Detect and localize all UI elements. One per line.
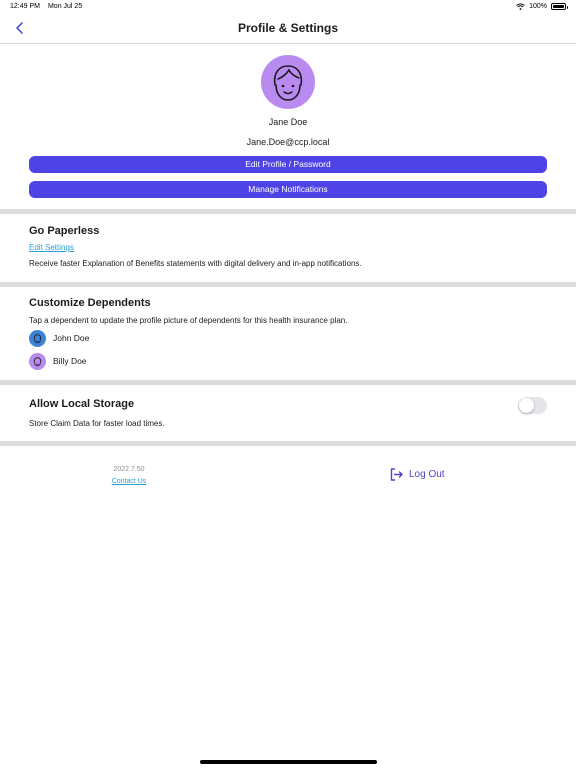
wifi-icon bbox=[516, 3, 525, 10]
dependent-item-billy[interactable]: Billy Doe bbox=[29, 352, 87, 370]
avatar[interactable] bbox=[261, 55, 315, 109]
battery-percent: 100% bbox=[529, 3, 547, 10]
profile-name: Jane Doe bbox=[268, 117, 308, 127]
local-storage-toggle[interactable] bbox=[518, 397, 547, 414]
user-face-icon bbox=[33, 356, 42, 366]
contact-us-link[interactable]: Contact Us bbox=[100, 478, 158, 485]
logout-button[interactable]: Log Out bbox=[389, 467, 445, 482]
app-version: 2022.7.50 bbox=[113, 466, 145, 473]
logout-label: Log Out bbox=[409, 469, 445, 480]
dependents-description: Tap a dependent to update the profile pi… bbox=[29, 316, 348, 325]
home-indicator[interactable] bbox=[200, 760, 377, 764]
logout-icon bbox=[390, 468, 403, 481]
profile-email: Jane.Doe@ccp.local bbox=[246, 137, 330, 147]
status-bar: 12:49 PM Mon Jul 25 100% bbox=[0, 0, 576, 14]
dependents-title: Customize Dependents bbox=[29, 297, 151, 309]
paperless-title: Go Paperless bbox=[29, 225, 100, 237]
nav-bar: Profile & Settings bbox=[0, 14, 576, 44]
edit-profile-button[interactable]: Edit Profile / Password bbox=[29, 156, 547, 173]
battery-icon bbox=[551, 3, 568, 10]
storage-description: Store Claim Data for faster load times. bbox=[29, 419, 165, 428]
avatar bbox=[29, 329, 46, 347]
toggle-knob bbox=[519, 398, 534, 413]
user-face-icon bbox=[273, 65, 303, 101]
divider bbox=[0, 441, 576, 446]
status-date: Mon Jul 25 bbox=[47, 3, 83, 10]
profile-section: Jane Doe Jane.Doe@ccp.local Edit Profile… bbox=[0, 44, 576, 210]
dependent-name: John Doe bbox=[53, 333, 90, 343]
paperless-section: Go Paperless Edit Settings Receive faste… bbox=[0, 214, 576, 282]
storage-title: Allow Local Storage bbox=[29, 398, 135, 410]
storage-section: Allow Local Storage Store Claim Data for… bbox=[0, 385, 576, 441]
dependent-name: Billy Doe bbox=[53, 356, 87, 366]
manage-notifications-button[interactable]: Manage Notifications bbox=[29, 181, 547, 198]
edit-settings-link[interactable]: Edit Settings bbox=[29, 243, 74, 252]
avatar bbox=[29, 352, 46, 370]
user-face-icon bbox=[33, 333, 42, 343]
status-time: 12:49 PM bbox=[10, 3, 40, 10]
dependents-section: Customize Dependents Tap a dependent to … bbox=[0, 287, 576, 380]
paperless-description: Receive faster Explanation of Benefits s… bbox=[29, 259, 362, 268]
dependent-item-john[interactable]: John Doe bbox=[29, 329, 89, 347]
page-title: Profile & Settings bbox=[237, 21, 338, 35]
